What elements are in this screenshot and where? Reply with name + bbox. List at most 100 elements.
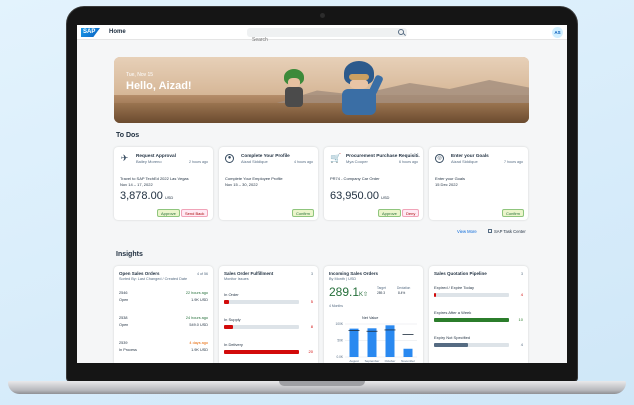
search-icon[interactable]: [398, 29, 404, 35]
x-tick-label: November: [401, 359, 415, 363]
view-more-link[interactable]: View More: [457, 229, 477, 234]
todo-subtitle: Mya Cooper: [346, 159, 368, 164]
deny-button[interactable]: Deny: [402, 209, 420, 217]
y-tick-label: 50K: [337, 339, 344, 343]
insights-heading: Insights: [116, 251, 143, 258]
card-count: 4 of 56: [197, 272, 208, 276]
todo-desc-line: Nov 14 – 17, 2022: [120, 182, 153, 187]
todo-age: 2 hours ago: [189, 160, 208, 164]
sales-order-fulfillment-card[interactable]: Sales Order Fulfillment 3 Monitor Issues…: [219, 266, 318, 363]
bar-track: [224, 350, 299, 354]
bar-value: 20: [308, 349, 313, 354]
todo-title: Procurement Purchase Requisiti...: [346, 153, 420, 158]
approve-button[interactable]: Approve: [378, 209, 401, 217]
todo-description: Complete Your Employee Profile Nov 15 – …: [225, 176, 283, 188]
bar-label: Expires After a Week: [434, 310, 472, 315]
search-field[interactable]: [247, 28, 407, 45]
x-tick-label: August: [349, 359, 359, 363]
amount-value: 3,878.00: [120, 190, 163, 202]
todo-card-approval[interactable]: ✈ Request Approval Bailey Moreno 2 hours…: [114, 147, 213, 220]
target-label: Target: [377, 286, 386, 290]
x-tick-label: October: [385, 359, 396, 363]
order-time: 4 days ago: [189, 341, 208, 345]
open-sales-orders-card[interactable]: Open Sales Orders 4 of 56 Sorted By: Las…: [114, 266, 213, 363]
bar-track: [434, 343, 509, 347]
confirm-button[interactable]: Confirm: [292, 209, 315, 217]
order-amount: 1.9K USD: [191, 348, 208, 352]
sap-logo[interactable]: SAP: [81, 28, 100, 37]
amount-value: 63,950.00: [330, 190, 379, 202]
bar-label: In Supply: [224, 317, 241, 322]
hero-greeting: Hello, Aizad!: [126, 80, 192, 92]
bar-november: [403, 348, 413, 357]
bar-track: [224, 300, 299, 304]
trend-up-icon: ⇧: [363, 292, 369, 298]
todo-desc-line: PR74 - Company Car Order: [330, 176, 380, 181]
todo-card-procurement[interactable]: 🛒 Procurement Purchase Requisiti... Mya …: [324, 147, 423, 220]
amount-currency: USD: [164, 195, 174, 200]
period-label: 4 Months: [329, 304, 343, 308]
card-title: Sales Quotation Pipeline: [434, 271, 487, 276]
bar-label: Expired / Expire Today: [434, 285, 474, 290]
bar-fill: [224, 300, 229, 304]
order-amount: 549.0 USD: [189, 323, 208, 327]
target-value: 289.3: [377, 291, 385, 295]
laptop-lid: SAP Home AS Tue, Nov 15 Hello, Aizad! To…: [66, 6, 578, 382]
order-status: In Process: [119, 348, 137, 352]
todo-subtitle: Aizad Siddique: [451, 159, 478, 164]
bar-august: [349, 328, 359, 357]
card-title: Incoming Sales Orders: [329, 271, 379, 276]
todo-subtitle: Aizad Siddique: [241, 159, 268, 164]
todo-title: Request Approval: [136, 153, 176, 158]
bar-track: [434, 318, 509, 322]
incoming-sales-orders-card[interactable]: Incoming Sales Orders By Month | USD 289…: [324, 266, 423, 363]
chart-title: Net Value: [362, 316, 379, 320]
todos-heading: To Dos: [116, 132, 140, 139]
laptop-notch: [279, 381, 365, 386]
order-status: Open: [119, 298, 129, 302]
card-subtitle: By Month | USD: [329, 277, 357, 281]
deviation-label: Deviation: [397, 286, 411, 290]
search-input[interactable]: [247, 35, 387, 45]
todo-card-goals[interactable]: ◎ Enter your Goals Aizad Siddique 7 hour…: [429, 147, 528, 220]
hero-date: Tue, Nov 15: [126, 72, 154, 78]
sales-quotation-pipeline-card[interactable]: Sales Quotation Pipeline 3 Expired / Exp…: [429, 266, 528, 363]
card-count: 3: [311, 272, 313, 276]
send-back-button[interactable]: Send Back: [181, 209, 209, 217]
bar-fill: [434, 343, 468, 347]
kpi-number: 289.1: [329, 285, 360, 299]
task-center-link[interactable]: SAP Task Center: [488, 229, 526, 234]
avatar[interactable]: AS: [552, 27, 563, 38]
task-center-label: SAP Task Center: [494, 229, 526, 234]
y-tick-label: 0.0K: [336, 355, 343, 359]
todo-subtitle: Bailey Moreno: [136, 159, 162, 164]
confirm-button[interactable]: Confirm: [502, 209, 525, 217]
bar-value: 4: [520, 342, 523, 347]
shell-bar: SAP Home AS: [77, 25, 567, 45]
bar-label: Expiry Not Specified: [434, 335, 471, 340]
home-title: Home: [109, 29, 126, 35]
todo-age: 4 hours ago: [294, 160, 313, 164]
x-tick-label: September: [365, 359, 380, 363]
bar-fill: [224, 325, 233, 329]
y-tick-label: 100K: [336, 322, 344, 326]
todo-title: Enter your Goals: [451, 153, 489, 158]
todo-description: Travel to SAP TechEd 2022 Las Vegas Nov …: [120, 176, 189, 188]
todo-age: 6 hours ago: [399, 160, 418, 164]
card-title: Sales Order Fulfillment: [224, 271, 274, 276]
bar-fill: [224, 350, 299, 354]
todo-card-profile[interactable]: ● Complete Your Profile Aizad Siddique 4…: [219, 147, 318, 220]
card-subtitle: Monitor Issues: [224, 277, 249, 281]
bar-value: 5: [310, 299, 313, 304]
bar-label: In Order: [224, 292, 239, 297]
user-icon: ●: [225, 154, 234, 163]
amount-currency: USD: [380, 195, 390, 200]
approve-button[interactable]: Approve: [157, 209, 180, 217]
net-value-chart: 100K 50K 0.0K August September October Novembe…: [336, 322, 417, 363]
todo-amount: 63,950.00 USD: [330, 190, 389, 202]
bar-value: 8: [310, 324, 313, 329]
bar-fill: [434, 293, 437, 297]
card-subtitle: Sorted By: Last Changed / Created Date: [119, 277, 188, 281]
airplane-icon: ✈: [120, 153, 129, 163]
todo-title: Complete Your Profile: [241, 153, 290, 158]
